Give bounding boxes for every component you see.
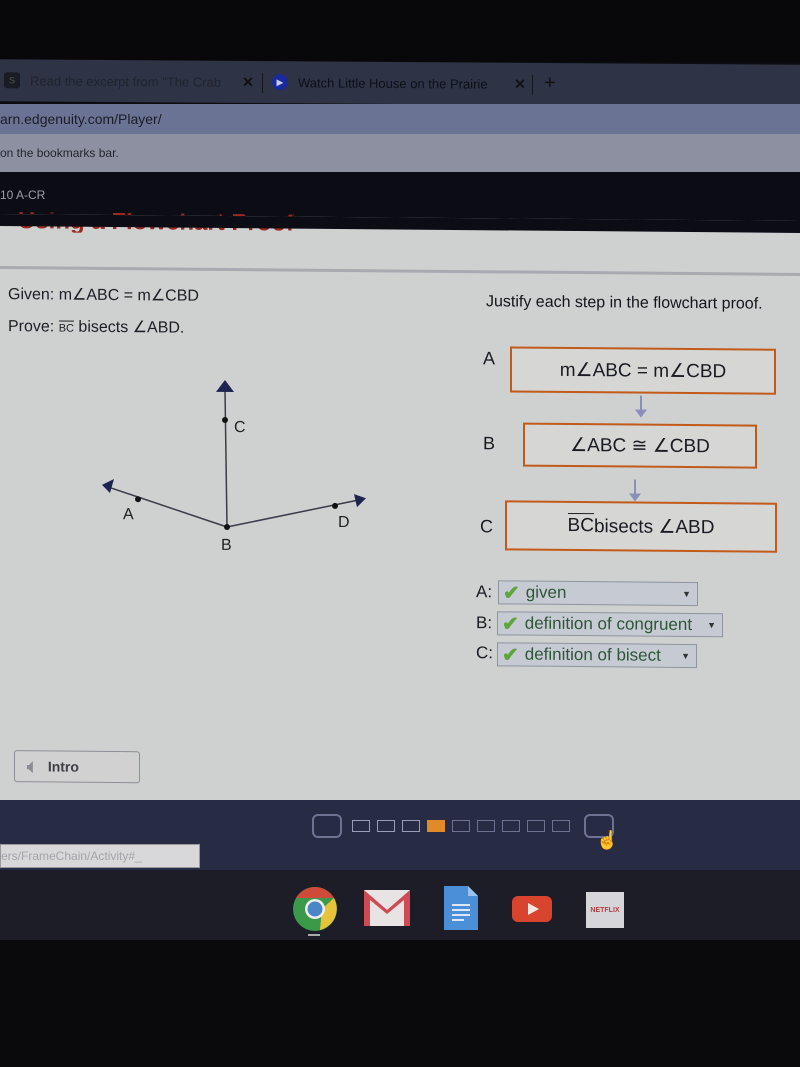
address-bar[interactable]: arn.edgenuity.com/Player/	[0, 104, 800, 134]
check-icon: ✔	[503, 581, 520, 605]
gmail-app-icon[interactable]	[364, 890, 410, 926]
edgenuity-favicon-icon: S	[4, 72, 20, 89]
selected-value: definition of congruent	[524, 613, 693, 635]
page-indicator[interactable]	[352, 820, 370, 832]
ray-bc-line	[224, 389, 228, 527]
lesson-content: Using a Flowchart Proof Given: m∠ABC = m…	[0, 212, 800, 813]
page-indicator-current[interactable]	[427, 820, 445, 832]
point-b	[224, 523, 230, 530]
answer-label-b: B:	[476, 613, 493, 633]
point-a	[135, 496, 141, 503]
browser-tab-bar: S Read the excerpt from "The Crab ✕ ▶ Wa…	[0, 59, 800, 107]
play-favicon-icon: ▶	[272, 74, 288, 91]
running-indicator	[308, 934, 320, 936]
new-tab-button[interactable]: +	[544, 72, 556, 95]
netflix-app-icon[interactable]: NETFLIX	[586, 892, 624, 928]
selected-value: definition of bisect	[524, 644, 661, 665]
page-indicator[interactable]	[452, 820, 470, 832]
close-icon[interactable]: ✕	[240, 73, 256, 90]
prove-text: bisects ∠ABD.	[73, 318, 185, 337]
step-letter-a: A	[483, 348, 496, 369]
youtube-app-icon[interactable]	[512, 896, 552, 922]
page-indicator[interactable]	[527, 820, 545, 832]
point-c	[222, 416, 228, 423]
page-indicator[interactable]	[402, 820, 420, 832]
point-d	[332, 502, 338, 509]
prove-label: Prove:	[8, 318, 55, 336]
arrowhead-c	[216, 379, 234, 393]
label-b: B	[221, 537, 232, 554]
flow-arrow-b-c	[634, 479, 636, 498]
tab-separator	[532, 74, 533, 95]
hand-cursor-icon: ☝	[596, 830, 619, 850]
answer-label-a: A:	[476, 582, 493, 602]
tab-separator	[262, 73, 263, 94]
check-icon: ✔	[502, 612, 519, 636]
given-statement: Given: m∠ABC = m∠CBD	[8, 284, 199, 306]
os-shelf: NETFLIX	[0, 870, 800, 940]
bezel-bottom	[0, 940, 800, 1067]
page-indicator[interactable]	[377, 820, 395, 832]
flowchart-step-a: m∠ABC = m∠CBD	[510, 346, 776, 395]
answer-select-a[interactable]: ✔ given ▼	[498, 580, 698, 607]
intro-audio-button[interactable]: 🔈︎ Intro	[14, 750, 140, 784]
chrome-app-icon[interactable]	[292, 886, 338, 932]
bookmarks-hint: on the bookmarks bar.	[0, 146, 119, 160]
ray-bc: BC	[58, 322, 74, 335]
label-d: D	[338, 514, 350, 531]
check-icon: ✔	[502, 643, 519, 667]
tab-title: Read the excerpt from "The Crab	[30, 72, 222, 90]
arrowhead-d	[354, 494, 366, 508]
label-c: C	[234, 419, 246, 436]
page-indicator[interactable]	[552, 820, 570, 832]
intro-label: Intro	[47, 758, 79, 775]
ray-bc: BC	[567, 514, 594, 537]
page-indicator[interactable]	[477, 820, 495, 832]
status-bar-url: ers/FrameChain/Activity#_	[0, 844, 200, 868]
divider	[0, 266, 800, 276]
flowchart-step-b: ∠ABC ≅ ∠CBD	[523, 422, 757, 469]
answer-select-c[interactable]: ✔ definition of bisect ▼	[497, 642, 697, 669]
step-letter-b: B	[483, 433, 496, 454]
close-icon[interactable]: ✕	[512, 75, 528, 92]
label-a: A	[123, 506, 134, 523]
flow-arrow-a-b	[640, 395, 642, 414]
url-text[interactable]: arn.edgenuity.com/Player/	[0, 111, 162, 127]
step-letter-c: C	[480, 516, 493, 537]
given-label: Given:	[8, 286, 55, 304]
previous-page-button[interactable]	[312, 814, 342, 838]
angle-diagram: C A B D	[102, 379, 366, 554]
given-text: m∠ABC = m∠CBD	[58, 286, 199, 305]
browser-tab-1[interactable]: S Read the excerpt from "The Crab ✕	[4, 67, 256, 95]
selected-value: given	[525, 582, 567, 602]
page-indicator[interactable]	[502, 820, 520, 832]
prove-statement: Prove: BC bisects ∠ABD.	[8, 316, 184, 338]
browser-tab-2[interactable]: ▶ Watch Little House on the Prairie ✕	[272, 69, 528, 97]
flowchart-step-c: BC bisects ∠ABD	[505, 500, 777, 553]
dropdown-caret-icon[interactable]: ▼	[682, 589, 691, 599]
docs-app-icon[interactable]	[444, 886, 478, 930]
dropdown-caret-icon[interactable]: ▼	[707, 620, 716, 630]
bookmarks-bar: on the bookmarks bar.	[0, 134, 800, 172]
step-a-statement: m∠ABC = m∠CBD	[559, 359, 727, 382]
instruction-text: Justify each step in the flowchart proof…	[486, 293, 763, 313]
answer-select-b[interactable]: ✔ definition of congruent ▼	[497, 611, 723, 638]
dropdown-caret-icon[interactable]: ▼	[681, 651, 690, 661]
step-c-statement: bisects ∠ABD	[593, 515, 715, 538]
tab-title: Watch Little House on the Prairie	[298, 74, 488, 92]
speaker-icon: 🔈︎	[27, 755, 38, 776]
answer-label-c: C:	[476, 643, 493, 663]
step-b-statement: ∠ABC ≅ ∠CBD	[570, 434, 710, 457]
course-label: 10 A-CR	[0, 188, 46, 202]
arrowhead-a	[102, 478, 114, 493]
bezel-top	[0, 0, 800, 62]
